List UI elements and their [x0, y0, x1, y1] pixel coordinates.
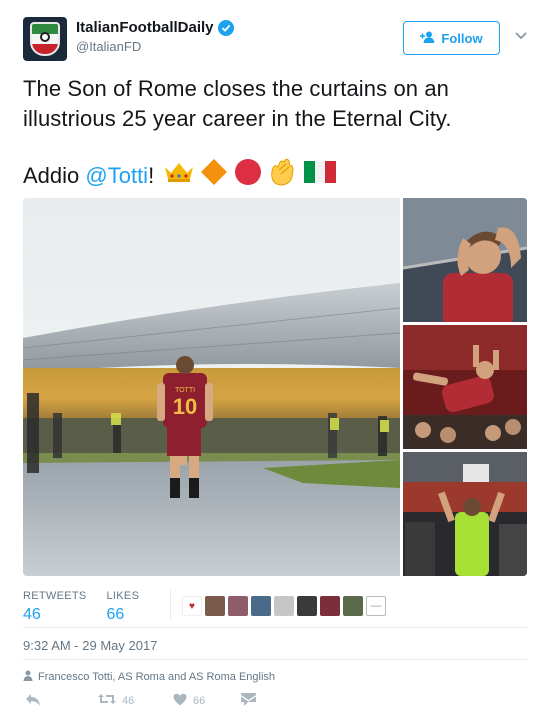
orange-diamond-emoji	[200, 158, 228, 194]
direct-message-icon	[241, 693, 256, 709]
tweet-text-line-2: Addio @Totti !	[23, 158, 337, 194]
more-likers-icon[interactable]: —	[366, 596, 386, 616]
add-user-icon	[420, 31, 436, 46]
liker-avatar[interactable]	[228, 596, 248, 616]
retweet-count: 46	[122, 694, 135, 707]
display-name[interactable]: ItalianFootballDaily	[76, 19, 214, 36]
addio-suffix: !	[148, 163, 155, 188]
reply-button[interactable]	[25, 693, 41, 710]
retweets-label: RETWEETS	[23, 590, 87, 602]
divider	[23, 627, 527, 628]
user-handle[interactable]: @ItalianFD	[76, 39, 234, 54]
liker-avatar[interactable]	[251, 596, 271, 616]
heart-icon	[173, 693, 187, 709]
red-circle-emoji	[234, 158, 262, 194]
tweet-header: ItalianFootballDaily @ItalianFD Follow	[23, 17, 533, 61]
crown-emoji	[164, 161, 194, 191]
media-grid: TOTTI 10	[23, 198, 527, 576]
tweet-timestamp[interactable]: 9:32 AM - 29 May 2017	[23, 638, 157, 653]
side-photo-1[interactable]	[403, 198, 527, 322]
liker-avatar[interactable]	[297, 596, 317, 616]
follow-label: Follow	[441, 30, 483, 46]
liker-avatars: ♥ —	[182, 596, 386, 616]
follow-button[interactable]: Follow	[403, 21, 500, 55]
liker-avatar[interactable]	[343, 596, 363, 616]
mention-link[interactable]: @Totti	[85, 161, 148, 191]
retweets-stat[interactable]: RETWEETS 46	[23, 590, 87, 624]
direct-message-button[interactable]	[241, 693, 256, 709]
retweets-value: 46	[23, 606, 41, 623]
like-count: 66	[193, 695, 206, 707]
italy-flag-emoji	[304, 161, 337, 191]
likes-label: LIKES	[106, 590, 140, 602]
liker-avatar[interactable]: ♥	[182, 596, 202, 616]
svg-text:TOTTI: TOTTI	[175, 387, 195, 394]
retweet-button[interactable]: 46	[98, 693, 134, 708]
clapping-hands-emoji	[268, 158, 298, 194]
chevron-down-icon[interactable]	[513, 27, 533, 47]
liker-avatar[interactable]	[320, 596, 340, 616]
user-avatar[interactable]	[23, 17, 67, 61]
divider	[23, 659, 527, 660]
tweet-text: The Son of Rome closes the curtains on a…	[23, 76, 452, 131]
like-button[interactable]: 66	[173, 693, 205, 709]
tweet-actions: 46 66	[23, 693, 323, 711]
football-icon	[40, 32, 50, 42]
side-photo-3[interactable]	[403, 452, 527, 576]
svg-text:10: 10	[173, 394, 197, 419]
addio-text: Addio	[23, 163, 86, 188]
liker-avatar[interactable]	[274, 596, 294, 616]
side-photo-2[interactable]	[403, 325, 527, 449]
stats-divider	[170, 590, 171, 620]
mentioned-users: Francesco Totti, AS Roma and AS Roma Eng…	[23, 670, 275, 684]
verified-badge-icon	[217, 19, 234, 36]
reply-icon	[25, 693, 41, 710]
liker-avatar[interactable]	[205, 596, 225, 616]
likes-value: 66	[106, 606, 125, 623]
tweet-stats: RETWEETS 46 LIKES 66	[23, 590, 139, 624]
person-icon	[23, 670, 33, 684]
mentioned-users-text[interactable]: Francesco Totti, AS Roma and AS Roma Eng…	[38, 671, 275, 683]
retweet-icon	[98, 693, 116, 708]
user-names[interactable]: ItalianFootballDaily @ItalianFD	[76, 19, 234, 54]
likes-stat[interactable]: LIKES 66	[107, 590, 140, 624]
main-photo[interactable]: TOTTI 10	[23, 198, 400, 576]
